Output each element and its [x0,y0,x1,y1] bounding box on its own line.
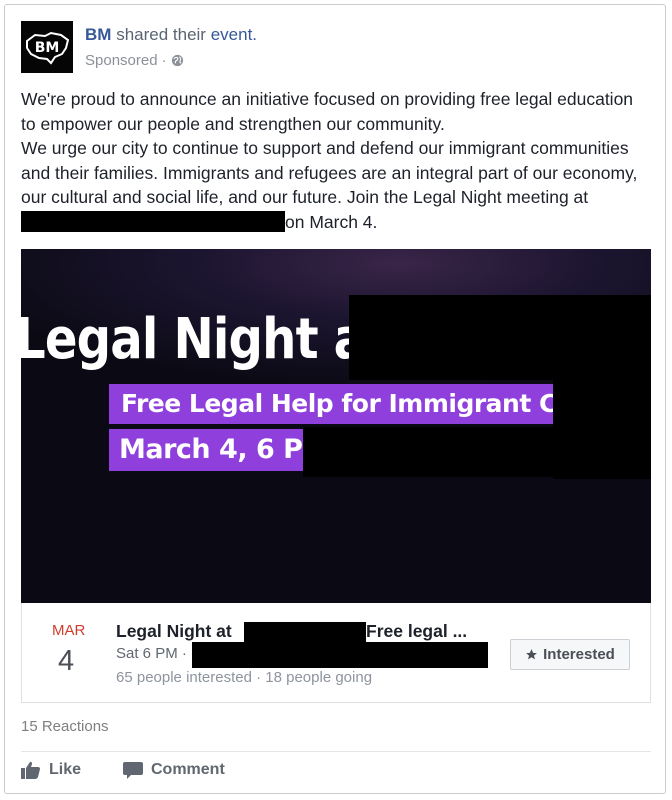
comment-bubble-icon [123,762,143,779]
star-icon [526,649,538,660]
banner-date: March 4, 6 PM [109,429,329,471]
event-stats: 65 people interested · 18 people going [116,669,373,686]
sponsored-text[interactable]: Sponsored [85,52,158,69]
redaction-bar [553,377,651,479]
action-text: shared their [116,25,206,44]
bm-logo: BM [26,31,70,65]
like-button[interactable]: Like [21,761,81,779]
redaction-bar [244,622,366,644]
banner-title: Legal Night at [21,307,388,372]
post-paragraph-1: We're proud to announce an initiative fo… [21,89,634,134]
thumbs-up-icon [21,761,40,779]
calendar-month: MAR [52,622,86,639]
calendar-day: 4 [58,645,75,677]
post-paragraph-2-start: We urge our city to continue to support … [21,138,638,207]
banner-subtitle: Free Legal Help for Immigrant Community [109,384,651,424]
post-paragraph-2: We urge our city to continue to support … [21,136,651,234]
post-paragraph-2-end: on March 4. [285,211,378,232]
avatar-text: BM [35,40,60,56]
comment-button[interactable]: Comment [123,761,225,779]
redaction-bar [349,295,651,380]
divider [21,751,651,752]
event-title-continued[interactable]: Free legal ... [366,621,467,642]
redaction-bar [21,210,285,232]
post-header: BM shared their event. [85,25,257,45]
event-time: Sat 6 PM · [116,645,187,662]
interested-label: Interested [543,646,615,663]
page-avatar[interactable]: BM [21,21,73,73]
event-cover-image[interactable]: Legal Night at Free Legal Help for Immig… [21,249,651,603]
post-body: We're proud to announce an initiative fo… [21,87,651,234]
event-details[interactable]: MAR 4 Legal Night at Free legal ... Sat … [21,603,651,703]
separator-dot: · [161,52,167,69]
interested-button[interactable]: Interested [510,639,630,670]
sponsored-label: Sponsored · [85,52,184,69]
event-title[interactable]: Legal Night at [116,621,232,642]
redaction-bar [192,642,488,668]
like-label: Like [49,761,82,778]
reactions-count[interactable]: 15 Reactions [21,718,109,735]
author-name[interactable]: BM [85,25,111,44]
comment-label: Comment [151,761,225,778]
redaction-bar [303,427,553,477]
globe-icon [171,54,183,67]
event-link[interactable]: event. [211,25,257,44]
post-card: BM BM shared their event. Sponsored · We… [4,4,666,794]
